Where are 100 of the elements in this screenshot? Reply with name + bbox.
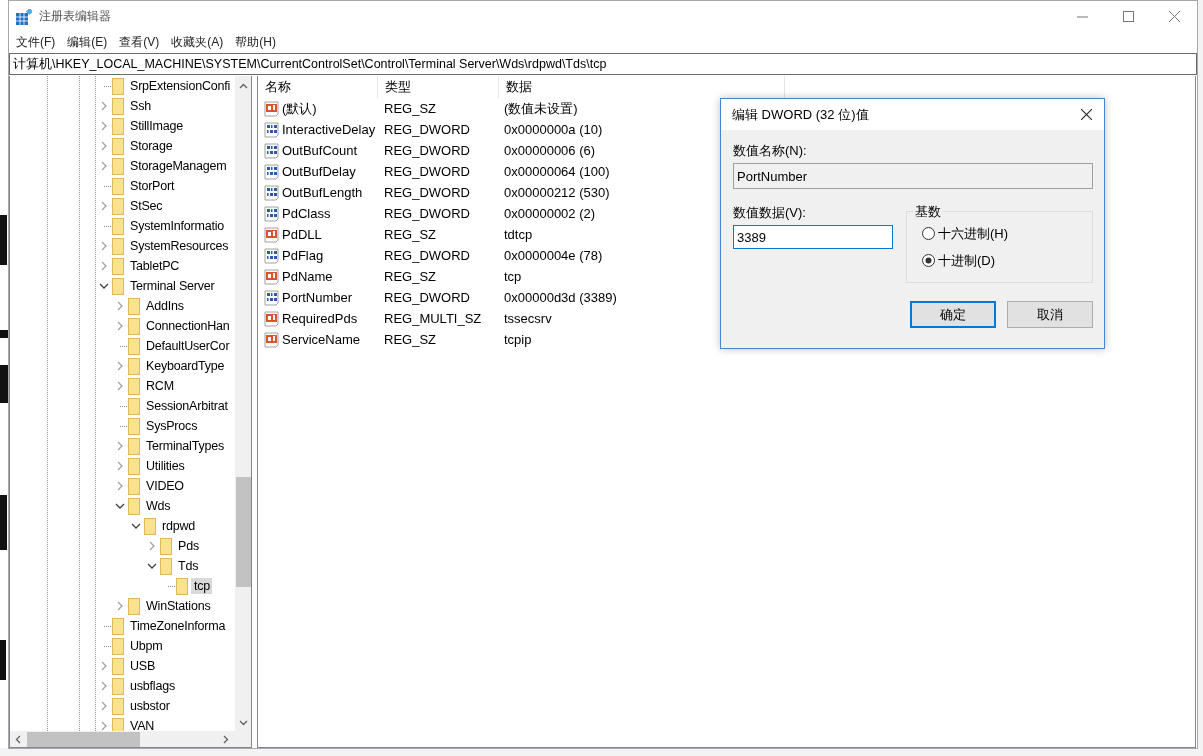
menu-item[interactable]: 编辑(E) <box>61 33 114 51</box>
tree-item[interactable]: SysProcs <box>146 418 200 434</box>
tree-item[interactable]: Ubpm <box>130 638 165 654</box>
expand-chevron-icon[interactable] <box>117 601 123 611</box>
tree-item[interactable]: SrpExtensionConfi <box>130 78 233 94</box>
tree-item[interactable]: TerminalTypes <box>146 438 226 454</box>
tree-item[interactable]: VAN <box>130 718 157 731</box>
folder-icon <box>128 317 140 335</box>
tree-item[interactable]: SystemInformatio <box>130 218 227 234</box>
tree-item[interactable]: ConnectionHan <box>146 318 232 334</box>
value-type: REG_DWORD <box>384 164 470 179</box>
folder-icon <box>128 497 140 515</box>
tree-item[interactable]: TimeZoneInforma <box>130 618 228 634</box>
window-title: 注册表编辑器 <box>39 8 112 25</box>
column-header[interactable]: 名称 <box>258 76 379 98</box>
horizontal-scrollbar[interactable] <box>10 731 235 747</box>
collapse-chevron-icon[interactable] <box>115 503 125 509</box>
tree-item[interactable]: Terminal Server <box>130 278 217 294</box>
tree-item[interactable]: StorPort <box>130 178 177 194</box>
value-name: PdDLL <box>282 227 322 242</box>
value-name-field[interactable]: PortNumber <box>733 163 1093 189</box>
folder-icon <box>112 157 124 175</box>
value-type: REG_DWORD <box>384 248 470 263</box>
menu-item[interactable]: 文件(F) <box>10 33 62 51</box>
tree-item[interactable]: tcp <box>191 578 213 594</box>
value-name: (默认) <box>282 99 317 118</box>
folder-icon <box>128 437 140 455</box>
tree-item[interactable]: usbstor <box>130 698 172 714</box>
radio-icon[interactable] <box>922 254 935 267</box>
scroll-up-icon[interactable] <box>238 83 248 89</box>
collapse-chevron-icon[interactable] <box>131 523 141 529</box>
radio-option[interactable]: 十进制(D) <box>922 251 1092 270</box>
field-label: 数值数据(V): <box>733 204 807 222</box>
value-type: REG_DWORD <box>384 122 470 137</box>
folder-icon <box>128 377 140 395</box>
tree-item[interactable]: WinStations <box>146 598 213 614</box>
scroll-right-icon[interactable] <box>223 734 229 744</box>
value-type: REG_DWORD <box>384 185 470 200</box>
menu-item[interactable]: 查看(V) <box>113 33 166 51</box>
tree-item[interactable]: RCM <box>146 378 176 394</box>
tree-item[interactable]: Pds <box>178 538 201 554</box>
tree-item[interactable]: Utilities <box>146 458 187 474</box>
maximize-icon[interactable] <box>1122 11 1134 22</box>
value-data-field[interactable]: 3389 <box>733 225 893 249</box>
value-data: tcp <box>504 269 522 284</box>
tree-item[interactable]: StillImage <box>130 118 185 134</box>
tree-item[interactable]: Ssh <box>130 98 153 114</box>
dialog-title: 编辑 DWORD (32 位)值 <box>732 105 870 124</box>
tree-item[interactable]: StorageManagem <box>130 158 229 174</box>
scroll-thumb[interactable] <box>235 477 251 587</box>
dialog-button[interactable]: 确定 <box>910 301 996 328</box>
tree-item[interactable]: DefaultUserCor <box>146 338 232 354</box>
radio-icon[interactable] <box>922 227 935 240</box>
minimize-icon[interactable] <box>1076 15 1088 18</box>
folder-icon <box>112 177 124 195</box>
column-header[interactable]: 类型 <box>378 76 499 98</box>
tree-item[interactable]: usbflags <box>130 678 177 694</box>
value-name: OutBufDelay <box>282 164 356 179</box>
binary-value-icon <box>264 163 280 180</box>
scroll-left-icon[interactable] <box>15 734 21 744</box>
folder-icon <box>144 517 156 535</box>
expand-chevron-icon[interactable] <box>149 541 155 551</box>
tree-item[interactable]: TabletPC <box>130 258 182 274</box>
tree-item[interactable]: Storage <box>130 138 175 154</box>
tree-item[interactable]: VIDEO <box>146 478 186 494</box>
value-type: REG_SZ <box>384 269 436 284</box>
value-data: 0x00000002 (2) <box>504 206 596 221</box>
address-bar[interactable]: 计算机\HKEY_LOCAL_MACHINE\SYSTEM\CurrentControlSet\Control\Terminal Server\Wds\rdpwd\Tds\tcp <box>9 53 1197 75</box>
value-name: RequiredPds <box>282 311 358 326</box>
collapse-chevron-icon[interactable] <box>99 283 109 289</box>
value-type: REG_SZ <box>384 101 436 116</box>
tree-item[interactable]: SystemResources <box>130 238 231 254</box>
value-data: tcpip <box>504 332 532 347</box>
vertical-scrollbar[interactable] <box>235 76 251 731</box>
expand-chevron-icon[interactable] <box>101 201 107 211</box>
radio-option[interactable]: 十六进制(H) <box>922 224 1092 243</box>
tree-item[interactable]: KeyboardType <box>146 358 227 374</box>
folder-icon <box>128 297 140 315</box>
menu-item[interactable]: 收藏夹(A) <box>165 33 230 51</box>
close-icon[interactable] <box>1080 109 1092 120</box>
dialog-button[interactable]: 取消 <box>1007 301 1093 328</box>
binary-value-icon <box>264 247 280 264</box>
folder-icon <box>128 597 140 615</box>
tree-item[interactable]: Wds <box>146 498 173 514</box>
tree-item[interactable]: USB <box>130 658 158 674</box>
tree-item[interactable]: AddIns <box>146 298 186 314</box>
string-value-icon <box>264 226 280 243</box>
folder-icon <box>160 557 172 575</box>
tree-item[interactable]: StSec <box>130 198 165 214</box>
value-name: OutBufLength <box>282 185 363 200</box>
folder-icon <box>128 337 140 355</box>
tree-item[interactable]: Tds <box>178 558 201 574</box>
tree-item[interactable]: SessionArbitrat <box>146 398 230 414</box>
tree-item[interactable]: rdpwd <box>162 518 198 534</box>
scroll-thumb[interactable] <box>27 731 140 747</box>
scroll-down-icon[interactable] <box>238 720 248 726</box>
folder-icon <box>128 477 140 495</box>
menu-item[interactable]: 帮助(H) <box>229 33 282 51</box>
collapse-chevron-icon[interactable] <box>147 563 157 569</box>
binary-value-icon <box>264 289 280 306</box>
